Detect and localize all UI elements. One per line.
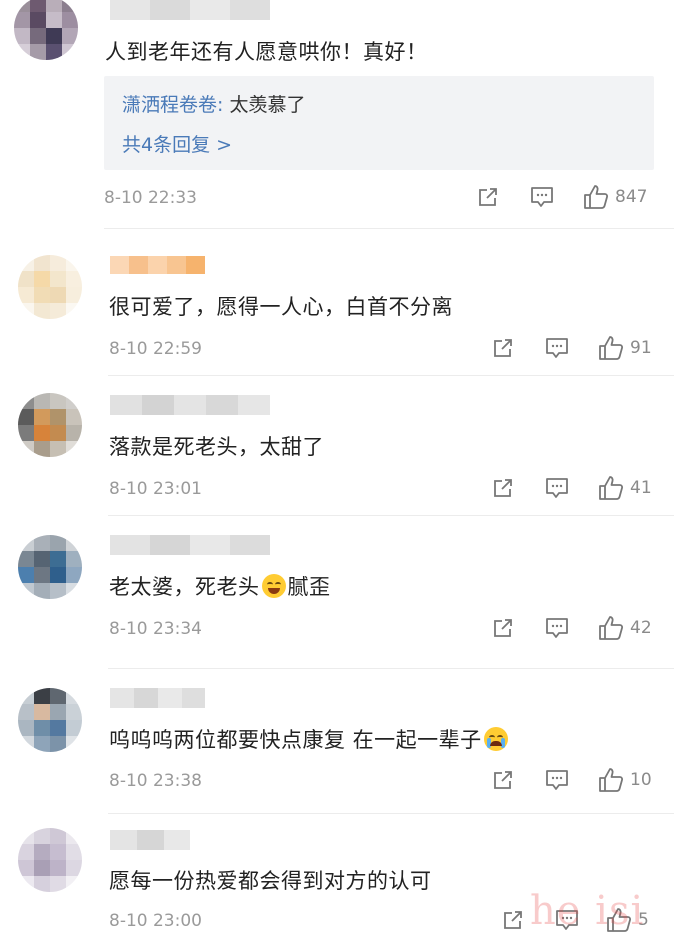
avatar[interactable] [14, 0, 78, 60]
comment-text-part: 呜呜呜两位都要快点康复 在一起一辈子 [109, 728, 482, 752]
like-icon [599, 616, 624, 640]
share-button[interactable] [477, 186, 499, 208]
comment-icon [546, 338, 568, 358]
comment-time: 8-10 23:01 [109, 479, 202, 499]
comment-button[interactable] [530, 186, 554, 208]
like-button[interactable]: 41 [598, 475, 652, 501]
comment-button[interactable] [545, 477, 569, 499]
reply-text: 太羡慕了 [229, 94, 306, 116]
comment-time: 8-10 23:34 [109, 619, 202, 639]
comment-text-part: 老太婆，死老头 [109, 575, 260, 599]
comment-text: 落款是死老头，太甜了 [109, 435, 324, 459]
like-button[interactable]: 10 [598, 767, 652, 793]
cry-emoji [483, 727, 508, 751]
share-icon [494, 771, 512, 789]
username-blurred[interactable] [110, 395, 270, 415]
divider [108, 375, 674, 376]
avatar[interactable] [18, 393, 82, 457]
avatar[interactable] [18, 828, 82, 892]
comment-button[interactable] [545, 617, 569, 639]
comment-text: 很可爱了，愿得一人心，白首不分离 [109, 295, 453, 319]
like-button[interactable]: 847 [583, 184, 647, 210]
comment-text-part: 腻歪 [287, 575, 331, 599]
divider [108, 813, 674, 814]
view-replies-link[interactable]: 共4条回复 > [122, 130, 232, 157]
comment-time: 8-10 22:59 [109, 339, 202, 359]
comment-time: 8-10 23:00 [109, 911, 202, 931]
share-icon [494, 619, 512, 637]
like-icon [584, 185, 609, 209]
like-count: 847 [615, 187, 648, 207]
like-icon [599, 476, 624, 500]
comment-text: 愿每一份热爱都会得到对方的认可 [109, 869, 432, 893]
share-icon [494, 339, 512, 357]
divider [104, 228, 674, 229]
watermark: he isi [530, 888, 645, 934]
like-count: 10 [630, 770, 652, 790]
divider [108, 668, 674, 669]
reply-username[interactable]: 潇洒程卷卷 [122, 94, 217, 116]
share-button[interactable] [492, 617, 514, 639]
comment-button[interactable] [545, 769, 569, 791]
username-blurred[interactable] [110, 830, 190, 850]
comment-button[interactable] [545, 337, 569, 359]
comment-text: 呜呜呜两位都要快点康复 在一起一辈子 [109, 724, 510, 754]
share-icon [479, 188, 497, 206]
username-blurred[interactable] [110, 256, 205, 274]
share-button[interactable] [492, 769, 514, 791]
reply-box[interactable]: 潇洒程卷卷: 太羡慕了 共4条回复 > [104, 76, 654, 170]
comment-time: 8-10 23:38 [109, 771, 202, 791]
avatar[interactable] [18, 535, 82, 599]
like-count: 42 [630, 618, 652, 638]
username-blurred[interactable] [110, 0, 270, 20]
username-blurred[interactable] [110, 688, 205, 708]
share-icon [494, 479, 512, 497]
reply-preview: 潇洒程卷卷: 太羡慕了 [122, 90, 305, 117]
like-count: 91 [630, 338, 652, 358]
share-icon [504, 911, 522, 929]
laugh-emoji [261, 574, 286, 598]
like-icon [599, 336, 624, 360]
comment-icon [546, 770, 568, 790]
username-blurred[interactable] [110, 535, 270, 555]
like-button[interactable]: 91 [598, 335, 652, 361]
share-button[interactable] [492, 477, 514, 499]
like-icon [599, 768, 624, 792]
avatar[interactable] [18, 688, 82, 752]
comment-text: 人到老年还有人愿意哄你！真好！ [105, 40, 428, 64]
comment-icon [546, 618, 568, 638]
comment-icon [546, 478, 568, 498]
comment-time: 8-10 22:33 [104, 188, 197, 208]
reply-separator: : [217, 94, 230, 116]
comment-text: 老太婆，死老头 腻歪 [109, 571, 331, 601]
avatar[interactable] [18, 255, 82, 319]
share-button[interactable] [492, 337, 514, 359]
like-button[interactable]: 42 [598, 615, 652, 641]
share-button[interactable] [502, 909, 524, 931]
comment-icon [531, 187, 553, 207]
like-count: 41 [630, 478, 652, 498]
divider [108, 515, 674, 516]
